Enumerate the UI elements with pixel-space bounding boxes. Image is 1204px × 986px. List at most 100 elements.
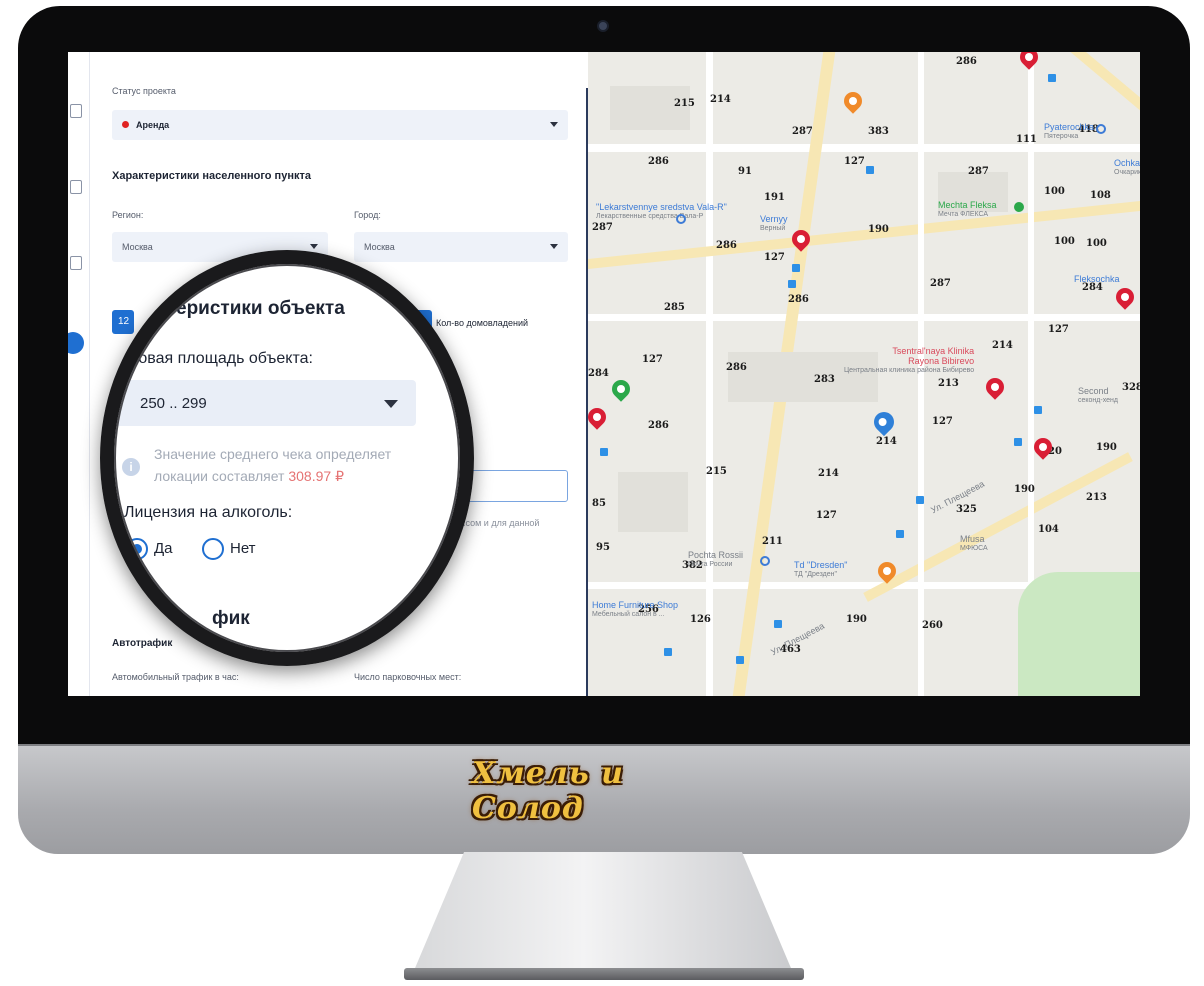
map-number: 328 <box>1122 382 1140 393</box>
map-number: 286 <box>648 420 669 431</box>
transit-icon[interactable] <box>792 264 800 272</box>
transit-icon[interactable] <box>916 496 924 504</box>
map-number: 127 <box>1048 324 1069 335</box>
map-number: 286 <box>788 294 809 305</box>
map-number: 100 <box>1044 186 1065 197</box>
map-number: 214 <box>710 94 731 105</box>
place-subname: Центральная клиника района Бибирево <box>844 367 975 374</box>
map-number: 287 <box>592 222 613 233</box>
transit-icon[interactable] <box>736 656 744 664</box>
parking-label: Число парковочных мест: <box>354 672 462 682</box>
chevron-down-icon <box>310 244 318 249</box>
map-number: 214 <box>876 436 897 447</box>
building <box>618 472 688 532</box>
map-number: 286 <box>648 156 669 167</box>
city-label: Город: <box>354 210 381 220</box>
map-number: 108 <box>1090 190 1111 201</box>
place-subname: Мечта ФЛЕКСА <box>938 211 989 218</box>
map-number: 213 <box>938 378 959 389</box>
transit-icon[interactable] <box>664 648 672 656</box>
place-subname: Лекарственные средства Вала-Р <box>596 213 704 220</box>
store-icon[interactable] <box>1096 124 1106 134</box>
map-number: 213 <box>1086 492 1107 503</box>
map-number: 214 <box>992 340 1013 351</box>
place-klinika[interactable]: Tsentral'naya Klinika Rayona Bibirevo Це… <box>844 346 974 376</box>
place-name: Tsentral'naya Klinika <box>892 346 975 356</box>
shopping-icon[interactable] <box>1014 202 1024 212</box>
status-select[interactable]: Аренда <box>112 110 568 140</box>
place-name: Pyaterochka <box>1044 122 1095 132</box>
book-icon[interactable] <box>70 104 82 118</box>
place-dresden[interactable]: Td "Dresden" ТД "Дрезден" <box>794 560 847 580</box>
place-vernyy[interactable]: Vernyy Верный <box>760 214 788 234</box>
map-number: 286 <box>716 240 737 251</box>
place-name: Home Furniture Shop <box>592 600 679 610</box>
place-name: Td "Dresden" <box>794 560 848 570</box>
place-second[interactable]: Second секонд-хенд <box>1078 386 1118 406</box>
map-number: 286 <box>956 56 977 67</box>
location-pin-icon[interactable] <box>869 407 899 437</box>
monitor-base <box>404 968 804 980</box>
transit-icon[interactable] <box>788 280 796 288</box>
place-subname: секонд-хенд <box>1078 397 1118 404</box>
place-mechta[interactable]: Mechta Fleksa Мечта ФЛЕКСА <box>938 200 997 220</box>
place-ochkarik[interactable]: Ochkarik Очкарик <box>1114 158 1140 178</box>
region-value: Москва <box>122 242 153 252</box>
transit-icon[interactable] <box>1034 406 1042 414</box>
cube-icon[interactable] <box>70 256 82 270</box>
pharmacy-icon[interactable] <box>676 214 686 224</box>
map-number: 287 <box>930 278 951 289</box>
place-subname: Почта России <box>688 561 733 568</box>
map-number: 127 <box>642 354 663 365</box>
square-icon[interactable] <box>70 180 82 194</box>
place-home-furniture[interactable]: Home Furniture Shop Мебельный салон в ..… <box>592 600 678 620</box>
map-number: 85 <box>592 498 606 509</box>
store-pin-icon[interactable] <box>608 376 634 402</box>
post-icon[interactable] <box>760 556 770 566</box>
chevron-down-icon <box>550 244 558 249</box>
place-lekarstvennye[interactable]: "Lekarstvennye sredstva Vala-R" Лекарств… <box>596 202 727 222</box>
competitor-pin-icon[interactable] <box>588 404 610 430</box>
status-value: Аренда <box>136 120 170 130</box>
transit-icon[interactable] <box>1048 74 1056 82</box>
place-name: Pochta Rossii <box>688 550 744 560</box>
place-name-2: sredstva Vala-R" <box>660 202 727 212</box>
competitor-pin-icon[interactable] <box>1016 52 1042 70</box>
clipboard-icon[interactable] <box>68 332 84 354</box>
beer-shop-pin-icon[interactable] <box>840 88 866 114</box>
transit-icon[interactable] <box>600 448 608 456</box>
map-number: 127 <box>764 252 785 263</box>
households-min-chip[interactable]: 12 <box>112 310 134 334</box>
transit-icon[interactable] <box>866 166 874 174</box>
transit-icon[interactable] <box>774 620 782 628</box>
status-label: Статус проекта <box>112 86 176 96</box>
place-name: Fleksochka <box>1074 274 1120 284</box>
map-number: 95 <box>596 542 610 553</box>
brand-logo: Хмель и Солод <box>472 756 732 826</box>
map-number: 127 <box>844 156 865 167</box>
competitor-pin-icon[interactable] <box>1112 284 1138 310</box>
map-number: 190 <box>868 224 889 235</box>
place-mfusa[interactable]: Mfusa МФЮСА <box>960 534 988 554</box>
camera-icon <box>597 20 609 32</box>
street <box>588 314 1140 321</box>
map-number: 214 <box>818 468 839 479</box>
map-number: 285 <box>664 302 685 313</box>
chevron-down-icon <box>550 122 558 127</box>
map-view[interactable]: 286 215 214 287 383 111 418 286 91 127 2… <box>588 52 1140 696</box>
autotraffic-heading: Автотрафик <box>112 638 173 649</box>
competitor-pin-icon[interactable] <box>982 374 1008 400</box>
place-pyaterochka[interactable]: Pyaterochka Пятерочка <box>1044 122 1094 142</box>
place-name: Vernyy <box>760 214 788 224</box>
place-subname: Очкарик <box>1114 169 1140 176</box>
place-pochta[interactable]: Pochta Rossii Почта России <box>688 550 743 570</box>
map-number: 111 <box>1016 134 1037 145</box>
map-number: 126 <box>690 614 711 625</box>
place-fleksochka[interactable]: Fleksochka <box>1074 274 1120 284</box>
transit-icon[interactable] <box>896 530 904 538</box>
region-label: Регион: <box>112 210 144 220</box>
place-subname: ТД "Дрезден" <box>794 571 837 578</box>
city-select[interactable]: Москва <box>354 232 568 262</box>
transit-icon[interactable] <box>1014 438 1022 446</box>
map-number: 190 <box>1096 442 1117 453</box>
